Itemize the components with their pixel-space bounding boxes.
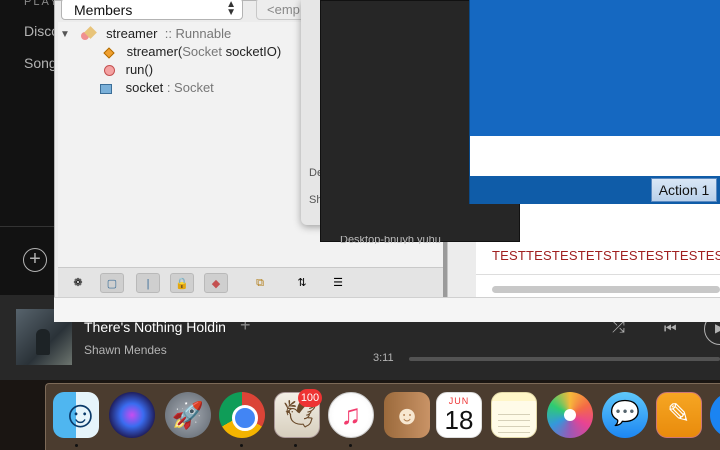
class-supertype: Runnable: [175, 26, 232, 41]
fields-filter-icon[interactable]: ▢: [100, 273, 124, 293]
spotify-sidebar: PLAY Disco Song +: [0, 0, 60, 295]
new-playlist-icon[interactable]: +: [23, 248, 47, 272]
track-artist[interactable]: Shawn Mendes: [84, 343, 167, 357]
siri-icon[interactable]: [109, 392, 155, 438]
static-filter-icon[interactable]: |: [136, 273, 160, 293]
action-1-button[interactable]: Action 1: [651, 178, 717, 202]
progress-bar[interactable]: [409, 357, 720, 361]
running-indicator: [75, 444, 78, 447]
blue-window-input-area[interactable]: [470, 136, 720, 176]
sort-by-name-icon[interactable]: ⇅: [290, 273, 314, 293]
calendar-day: 18: [444, 405, 474, 435]
notes-icon[interactable]: [491, 392, 537, 438]
photos-icon[interactable]: [547, 392, 593, 438]
tree-row-class[interactable]: ▼ streamer :: Runnable: [60, 25, 231, 43]
members-select[interactable]: Members ▲ ▼: [61, 0, 243, 20]
running-indicator: [294, 444, 297, 447]
running-indicator: [349, 444, 352, 447]
class-icon: [80, 28, 96, 41]
previous-icon[interactable]: ⏮: [664, 320, 677, 337]
constructor-param-type: Socket: [182, 44, 226, 59]
itunes-icon[interactable]: ♫: [328, 392, 374, 438]
method-name: run(): [125, 62, 154, 77]
class-separator: ::: [164, 26, 176, 41]
field-lock-icon: [100, 83, 112, 94]
expand-triangle-icon[interactable]: ▼: [60, 26, 70, 44]
ide-status-area: [54, 297, 720, 322]
elapsed-time: 3:11: [373, 352, 394, 364]
mail-badge: 100: [298, 389, 322, 407]
tree-row-socket[interactable]: socket : Socket: [98, 79, 214, 97]
navigator-toolbar: ❁ ▢ | 🔒 ◆ ⧉ ⇅ ☰: [58, 267, 448, 297]
members-select-value: Members: [74, 2, 133, 18]
constructor-param: socketIO): [225, 44, 282, 59]
fqn-icon[interactable]: ⧉: [248, 273, 272, 293]
dark-window-text: Desktop-bnuyh yuhu: [340, 236, 441, 244]
constructor-diamond-icon: [103, 46, 115, 59]
desktop: PLAY Disco Song + There's Nothing Holdin…: [0, 0, 720, 450]
running-indicator: [240, 444, 243, 447]
select-arrows-icon: ▲ ▼: [226, 0, 236, 18]
contacts-icon[interactable]: ☻: [384, 392, 430, 438]
finder-icon[interactable]: [53, 392, 100, 438]
method-circle-icon: [104, 65, 115, 77]
constructor-name: streamer(: [126, 44, 183, 59]
non-public-filter-icon[interactable]: 🔒: [170, 273, 194, 293]
field-type: : Socket: [163, 80, 214, 95]
class-name: streamer: [106, 26, 158, 41]
output-divider: [476, 274, 720, 275]
pages-icon[interactable]: [656, 392, 702, 438]
inner-classes-icon[interactable]: ◆: [204, 273, 228, 293]
sidebar-item-songs[interactable]: Song: [24, 55, 57, 71]
tree-row-run[interactable]: run(): [104, 61, 153, 79]
blue-window-body: [470, 0, 720, 136]
field-name: socket: [125, 80, 164, 95]
output-text: TESTTESTESTETSTESTESTTESTEST: [492, 248, 720, 263]
sidebar-divider: [0, 226, 60, 227]
chrome-icon[interactable]: [219, 392, 265, 438]
show-inherited-icon[interactable]: ❁: [66, 273, 90, 293]
sort-by-source-icon[interactable]: ☰: [326, 273, 350, 293]
launchpad-icon[interactable]: 🚀: [165, 392, 211, 438]
horizontal-scrollbar[interactable]: [492, 286, 720, 293]
messages-icon[interactable]: 💬: [602, 392, 648, 438]
tree-row-constructor[interactable]: streamer(Socket socketIO): [102, 43, 281, 61]
calendar-icon[interactable]: JUN 18: [436, 392, 482, 438]
